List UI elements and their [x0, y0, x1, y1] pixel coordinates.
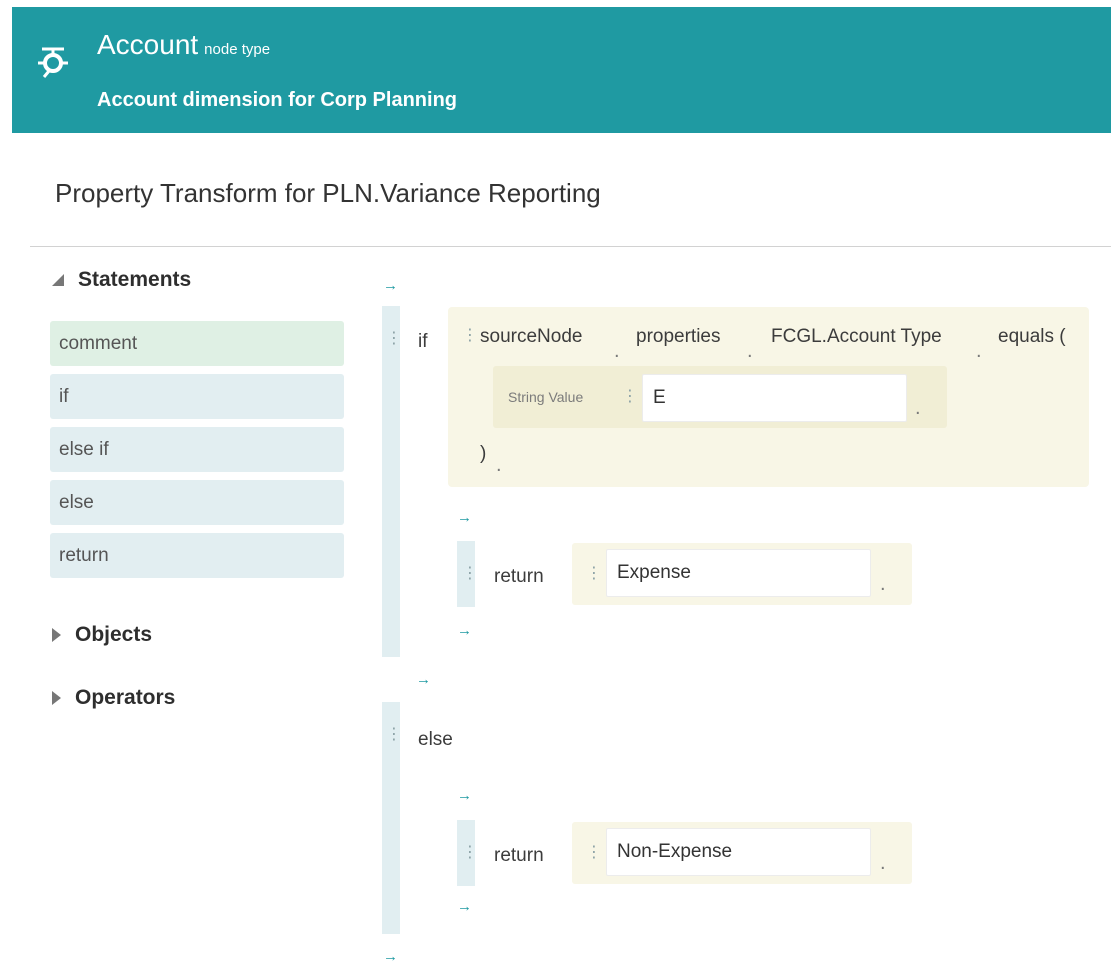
else-keyword: else	[418, 729, 453, 750]
node-type-icon	[38, 47, 68, 78]
insert-arrow-icon[interactable]: →	[457, 788, 472, 803]
node-type-header: Account node type Account dimension for C…	[12, 7, 1111, 133]
palette-item-return[interactable]: return	[50, 533, 344, 578]
drag-handle-icon[interactable]: ⋮	[462, 328, 478, 344]
objects-section-label: Objects	[75, 623, 153, 646]
header-title-row: Account node type	[97, 29, 270, 61]
return-keyword: return	[494, 845, 544, 866]
drag-handle-icon[interactable]: ⋮	[462, 845, 478, 861]
equals-method[interactable]: equals (	[998, 326, 1066, 348]
insert-arrow-icon[interactable]: →	[457, 899, 472, 914]
statements-section-toggle[interactable]: Statements	[52, 268, 191, 292]
operators-section-toggle[interactable]: Operators	[52, 686, 175, 710]
member-access-dot[interactable]: .	[880, 853, 886, 873]
insert-arrow-icon[interactable]: →	[383, 278, 398, 293]
objects-section-toggle[interactable]: Objects	[52, 623, 152, 647]
return-keyword: return	[494, 566, 544, 587]
account-type-property[interactable]: FCGL.Account Type	[771, 326, 942, 348]
palette-item-comment[interactable]: comment	[50, 321, 344, 366]
string-value-input[interactable]: E	[642, 374, 907, 422]
operators-section-label: Operators	[75, 686, 176, 709]
drag-handle-icon[interactable]: ⋮	[386, 727, 402, 743]
node-type-description: Account dimension for Corp Planning	[97, 89, 457, 111]
palette-item-else-if[interactable]: else if	[50, 427, 344, 472]
insert-arrow-icon[interactable]: →	[383, 949, 398, 964]
close-paren: )	[480, 443, 487, 464]
insert-arrow-icon[interactable]: →	[416, 672, 431, 687]
drag-handle-icon[interactable]: ⋮	[586, 845, 602, 861]
if-keyword: if	[418, 331, 428, 352]
return-value-input[interactable]: Expense	[606, 549, 871, 597]
member-access-dot[interactable]: .	[496, 455, 502, 475]
divider	[30, 246, 1111, 247]
source-node-object[interactable]: sourceNode	[480, 326, 582, 348]
member-access-dot[interactable]: .	[880, 574, 886, 594]
collapse-triangle-icon	[52, 274, 64, 286]
string-value-label: String Value	[508, 389, 584, 405]
if-block-handle[interactable]	[382, 306, 400, 657]
properties-member[interactable]: properties	[636, 326, 721, 348]
node-type-label: node type	[204, 41, 271, 58]
expand-triangle-icon	[52, 628, 61, 642]
drag-handle-icon[interactable]: ⋮	[622, 389, 638, 405]
palette-item-if[interactable]: if	[50, 374, 344, 419]
insert-arrow-icon[interactable]: →	[457, 510, 472, 525]
page-title: Property Transform for PLN.Variance Repo…	[55, 178, 601, 208]
member-access-dot[interactable]: .	[915, 398, 921, 418]
insert-arrow-icon[interactable]: →	[457, 623, 472, 638]
member-access-dot[interactable]: .	[976, 341, 982, 361]
drag-handle-icon[interactable]: ⋮	[586, 566, 602, 582]
drag-handle-icon[interactable]: ⋮	[462, 566, 478, 582]
drag-handle-icon[interactable]: ⋮	[386, 331, 402, 347]
member-access-dot[interactable]: .	[747, 341, 753, 361]
expand-triangle-icon	[52, 691, 61, 705]
return-value-input[interactable]: Non-Expense	[606, 828, 871, 876]
palette-item-else[interactable]: else	[50, 480, 344, 525]
node-type-title: Account	[97, 29, 199, 60]
statements-section-label: Statements	[78, 268, 192, 291]
member-access-dot[interactable]: .	[614, 341, 620, 361]
